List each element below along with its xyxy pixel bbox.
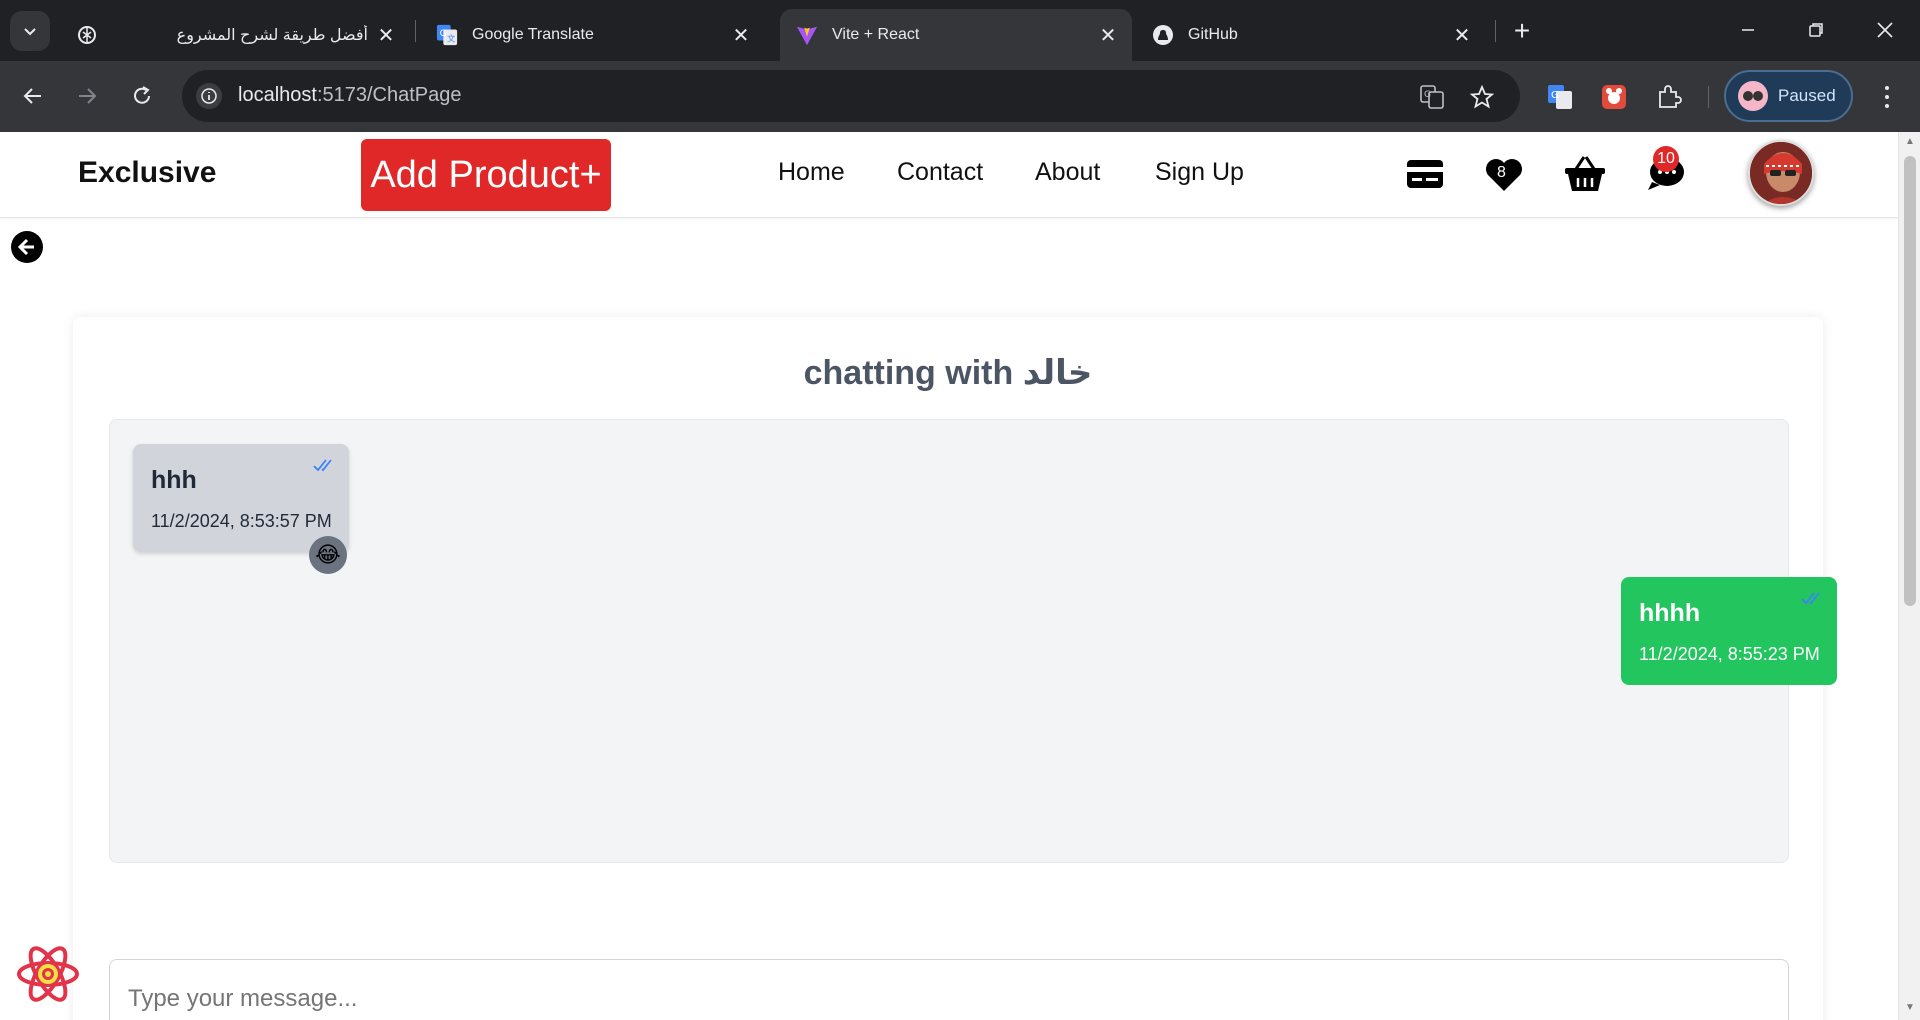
reload-icon (134, 86, 150, 104)
nav-link-about[interactable]: About (1035, 158, 1100, 187)
user-avatar[interactable] (1748, 140, 1814, 206)
chevron-down-icon (24, 28, 36, 36)
tab-separator (415, 20, 416, 42)
chat-title: chatting with خالد (803, 354, 1093, 392)
wishlist-heart-icon[interactable]: 8 (1482, 152, 1526, 196)
profile-status: Paused (1778, 86, 1836, 105)
svg-text:G: G (1424, 90, 1431, 100)
browser-toolbar: localhost:5173/ChatPage G G Paused (0, 61, 1920, 132)
tab-github[interactable]: GitHub ✕ (1136, 9, 1486, 61)
tab-title: Google Translate (472, 26, 594, 43)
github-icon (1152, 24, 1174, 46)
tab-title: GitHub (1188, 26, 1238, 43)
add-product-button[interactable]: Add Product+ (361, 139, 611, 211)
svg-text:G: G (440, 28, 447, 39)
chat-card: chatting with خالد hhh 11/2/2024, 8:53:5… (73, 317, 1837, 1020)
bear-extension-icon[interactable] (1600, 83, 1628, 111)
url-text: localhost:5173/ChatPage (238, 84, 462, 107)
message-outgoing[interactable]: hhhh 11/2/2024, 8:55:23 PM (1621, 577, 1837, 685)
profile-avatar-icon (1738, 81, 1768, 111)
close-icon[interactable]: ✕ (727, 21, 755, 49)
close-icon[interactable]: ✕ (372, 21, 400, 49)
restore-icon (1809, 23, 1823, 37)
close-icon (1877, 22, 1893, 38)
translate-page-icon[interactable]: G (1418, 83, 1446, 111)
svg-text:G: G (1551, 90, 1559, 101)
minimize-button[interactable] (1728, 12, 1768, 48)
page-viewport: Exclusive Add Product+ Home Contact Abou… (0, 132, 1898, 1020)
nav-link-contact[interactable]: Contact (897, 158, 983, 187)
messages-count-badge: 10 (1653, 146, 1679, 172)
message-timestamp: 11/2/2024, 8:55:23 PM (1639, 644, 1820, 664)
new-tab-button[interactable]: + (1506, 15, 1538, 47)
basket-icon[interactable] (1563, 152, 1607, 196)
arrow-left-icon (23, 88, 41, 104)
tab-chatgpt[interactable]: أفضل طريقة لشرح المشروع ✕ (60, 9, 410, 61)
tab-vite-react[interactable]: Vite + React ✕ (780, 9, 1132, 61)
reload-button[interactable] (125, 79, 159, 113)
browser-tab-bar: أفضل طريقة لشرح المشروع ✕ G文 Google Tran… (0, 0, 1920, 61)
chatgpt-icon (76, 24, 98, 46)
vite-icon (796, 24, 818, 46)
close-icon[interactable]: ✕ (1094, 21, 1122, 49)
forward-button[interactable] (70, 79, 104, 113)
restore-button[interactable] (1796, 12, 1836, 48)
bookmark-star-icon[interactable] (1468, 83, 1496, 111)
scrollbar-thumb[interactable] (1904, 156, 1916, 606)
site-navbar: Exclusive Add Product+ Home Contact Abou… (0, 132, 1898, 218)
svg-text:文: 文 (447, 33, 455, 43)
google-translate-icon: G文 (436, 24, 458, 46)
back-button[interactable] (16, 79, 50, 113)
wishlist-count: 8 (1497, 164, 1506, 181)
tab-separator (1495, 20, 1496, 42)
tab-title: أفضل طريقة لشرح المشروع (176, 27, 368, 44)
nav-link-home[interactable]: Home (778, 158, 845, 187)
message-timestamp: 11/2/2024, 8:53:57 PM (151, 511, 332, 531)
message-text: hhhh (1639, 599, 1701, 627)
brand-logo[interactable]: Exclusive (78, 156, 216, 190)
minimize-icon (1742, 29, 1754, 31)
close-window-button[interactable] (1865, 12, 1905, 48)
credit-card-icon[interactable] (1403, 152, 1447, 196)
site-info-icon[interactable] (196, 83, 222, 109)
address-bar[interactable]: localhost:5173/ChatPage G (182, 70, 1520, 122)
arrow-right-icon (79, 88, 97, 104)
url-path: :5173/ChatPage (316, 84, 462, 106)
tab-search-button[interactable] (10, 11, 50, 51)
double-check-icon (313, 459, 332, 472)
react-logo-icon[interactable] (15, 943, 81, 1005)
page-scrollbar[interactable]: ▲ ▼ (1898, 132, 1920, 1020)
message-input[interactable] (109, 959, 1789, 1020)
browser-menu-icon[interactable] (1875, 83, 1899, 111)
tab-google-translate[interactable]: G文 Google Translate ✕ (420, 9, 765, 61)
toolbar-divider (1708, 86, 1709, 108)
message-reaction-emoji[interactable]: 😂 (309, 536, 347, 574)
double-check-icon (1801, 592, 1820, 605)
avatar-image (1750, 142, 1812, 204)
message-incoming[interactable]: hhh 11/2/2024, 8:53:57 PM 😂 (133, 444, 349, 574)
scroll-down-icon[interactable]: ▼ (1904, 1002, 1916, 1014)
close-icon[interactable]: ✕ (1448, 21, 1476, 49)
tab-title: Vite + React (832, 26, 920, 43)
profile-button[interactable]: Paused (1724, 70, 1853, 122)
message-text: hhh (151, 466, 197, 494)
extensions-puzzle-icon[interactable] (1655, 83, 1683, 111)
url-host: localhost (238, 84, 317, 106)
back-arrow-button[interactable] (11, 231, 43, 263)
messages-container: hhh 11/2/2024, 8:53:57 PM 😂 hhhh 11/2/20… (109, 419, 1837, 863)
arrow-left-icon (17, 238, 34, 256)
nav-link-signup[interactable]: Sign Up (1155, 158, 1244, 187)
google-translate-extension-icon[interactable]: G (1546, 83, 1574, 111)
scroll-up-icon[interactable]: ▲ (1904, 136, 1916, 148)
